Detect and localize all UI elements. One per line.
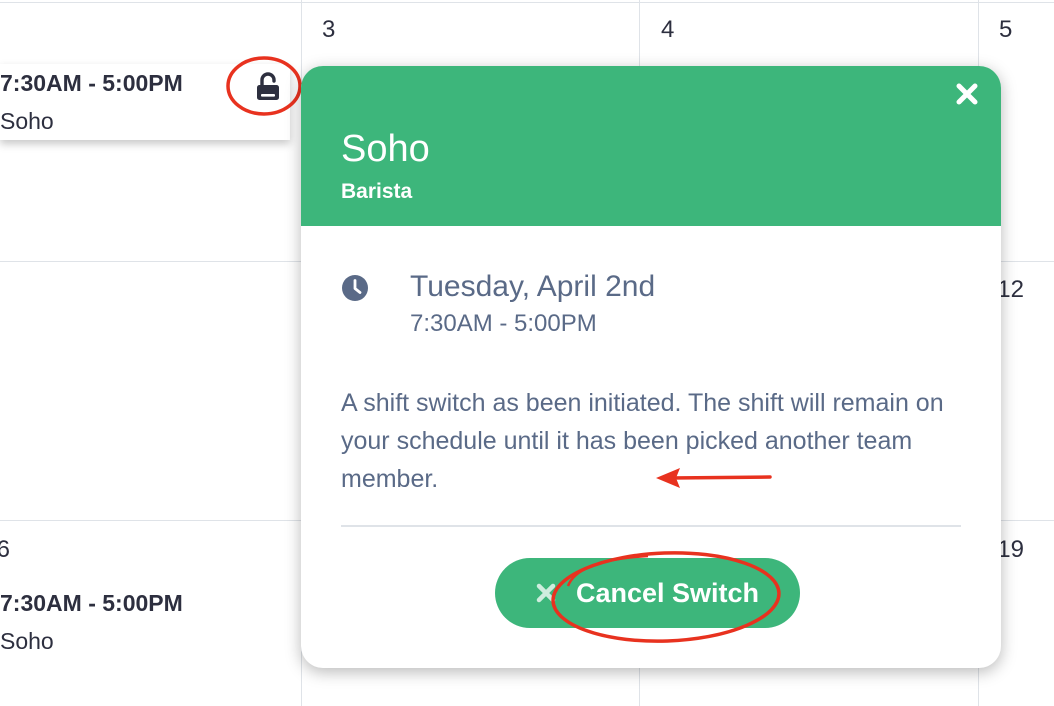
- shift-location: Soho: [0, 628, 54, 654]
- grid-line: [0, 2, 1054, 3]
- shift-time[interactable]: 7:30AM - 5:00PM: [0, 590, 183, 617]
- switch-message: A shift switch as been initiated. The sh…: [341, 389, 944, 493]
- divider: [341, 525, 961, 527]
- popup-header: Soho Barista: [301, 66, 1001, 226]
- close-icon[interactable]: [953, 80, 981, 108]
- day-number: 5: [999, 16, 1013, 43]
- popup-role: Barista: [341, 180, 413, 203]
- popup-title: Soho: [341, 128, 430, 170]
- shift-detail-popup: Soho Barista Tuesday, April 2nd 7:30AM -…: [301, 66, 1001, 668]
- shift-location: Soho: [0, 108, 54, 134]
- unlock-icon[interactable]: [253, 70, 283, 104]
- day-number: 4: [661, 16, 675, 43]
- cancel-switch-label: Cancel Switch: [576, 578, 760, 608]
- day-number: 3: [322, 16, 336, 43]
- clock-icon: [341, 274, 369, 302]
- day-number: 16: [0, 536, 10, 563]
- shift-time: 7:30AM - 5:00PM: [0, 70, 183, 96]
- cancel-switch-button[interactable]: Cancel Switch: [495, 558, 800, 628]
- calendar-view: 3 4 5 12 16 19 7:30AM - 5:00PM Soho 7:30…: [0, 0, 1054, 706]
- shift-time-range: 7:30AM - 5:00PM: [410, 310, 597, 337]
- shift-date: Tuesday, April 2nd: [410, 270, 656, 303]
- close-icon: [535, 582, 557, 604]
